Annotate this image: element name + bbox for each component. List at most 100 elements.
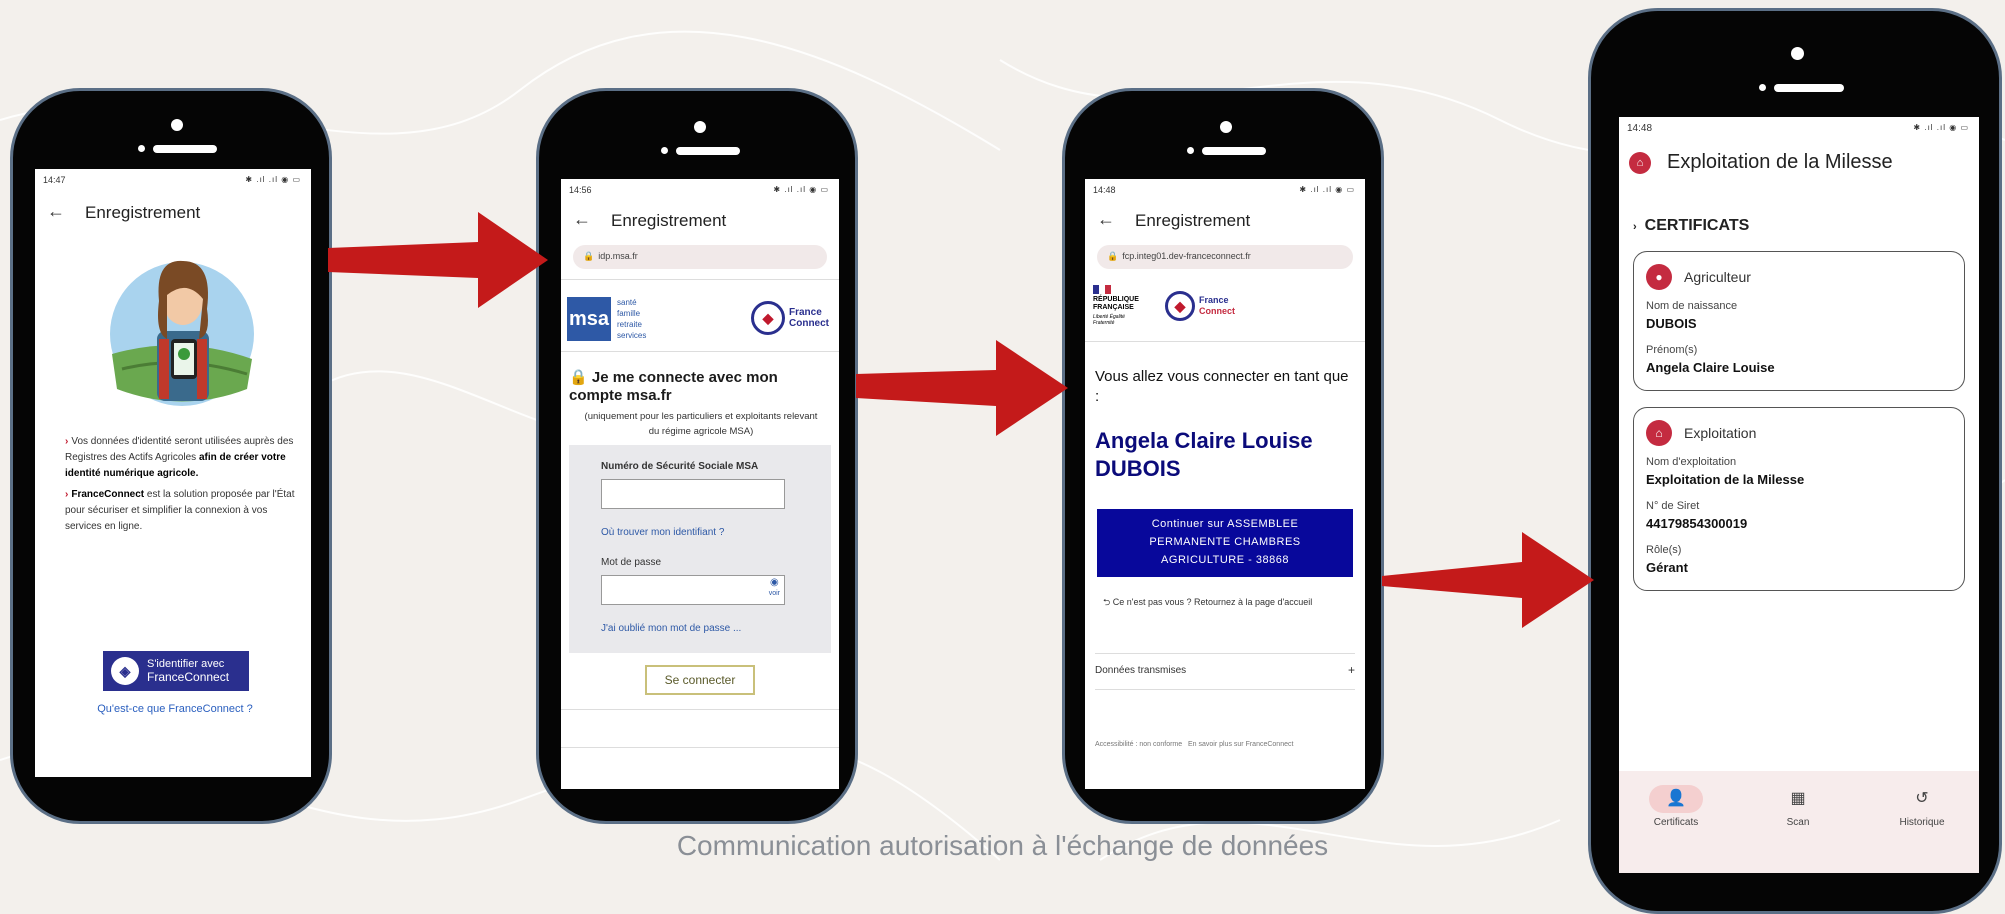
msa-word: retraite [617, 320, 642, 329]
header: ⌂ Exploitation de la Milesse [1629, 151, 1893, 174]
app-logo-icon: ⌂ [1629, 151, 1651, 174]
nav-history[interactable]: ↺ Historique [1877, 785, 1967, 828]
republique-logo: RÉPUBLIQUE FRANÇAISE Liberté Égalité Fra… [1093, 285, 1139, 326]
sensor [1759, 84, 1766, 91]
back-arrow-icon[interactable]: ← [1097, 209, 1115, 230]
sensor [661, 147, 668, 154]
url-bar[interactable]: 🔒 idp.msa.fr [573, 245, 827, 269]
msa-word: santé [617, 298, 637, 307]
screen-msa-login: 14:56 ✱ .ıl .ıl ◉ ▭ ← Enregistrement 🔒 id… [561, 179, 839, 789]
status-icons: ✱ .ıl .ıl ◉ ▭ [245, 175, 301, 184]
franceconnect-hex-icon: ◆ [1165, 291, 1195, 321]
screen-certificates: 14:48 ✱ .ıl .ıl ◉ ▭ ⌂ Exploitation de la… [1619, 117, 1979, 873]
page-title: Exploitation de la Milesse [1667, 151, 1893, 173]
status-icons: ✱ .ıl .ıl ◉ ▭ [1913, 123, 1969, 132]
what-is-franceconnect-link[interactable]: Qu'est-ce que FranceConnect ? [75, 703, 275, 715]
qr-code-icon: ▦ [1790, 790, 1806, 807]
app-bar: ← Enregistrement [35, 193, 311, 229]
nav-label: Scan [1786, 817, 1810, 828]
nav-certificates[interactable]: 👤 Certificats [1631, 785, 1721, 828]
app-bar: ← Enregistrement [1085, 201, 1365, 237]
field-label: N° de Siret [1646, 500, 1700, 512]
person-icon: ● [1646, 264, 1672, 290]
status-time: 14:48 [1093, 185, 1116, 195]
franceconnect-logo: ◆ France Connect [1165, 291, 1235, 321]
speaker [153, 145, 217, 153]
status-bar: 14:48 ✱ .ıl .ıl ◉ ▭ [1619, 117, 1979, 139]
msa-word: services [617, 331, 647, 340]
fc-button-line2: FranceConnect [147, 670, 230, 684]
ssn-input[interactable] [601, 479, 785, 509]
url-bar[interactable]: 🔒 fcp.integ01.dev-franceconnect.fr [1097, 245, 1353, 269]
user-name-line2: DUBOIS [1095, 456, 1181, 481]
status-bar: 14:56 ✱ .ıl .ıl ◉ ▭ [561, 179, 839, 201]
not-you-text: Ce n'est pas vous ? Retournez à la page … [1112, 597, 1313, 607]
forgot-password-link[interactable]: J'ai oublié mon mot de passe ... [601, 623, 741, 634]
phone-2: 14:56 ✱ .ıl .ıl ◉ ▭ ← Enregistrement 🔒 id… [536, 88, 858, 824]
field-value: Angela Claire Louise [1646, 360, 1775, 375]
find-identifier-link[interactable]: Où trouver mon identifiant ? [601, 527, 724, 538]
status-time: 14:48 [1627, 123, 1653, 134]
expand-plus-icon: + [1347, 663, 1355, 677]
nav-label: Historique [1899, 817, 1945, 828]
connect-as-intro: Vous allez vous connecter en tant que : [1095, 368, 1349, 405]
fc-word1: France [789, 307, 822, 318]
franceconnect-logo-icon: ◈ [111, 657, 139, 685]
divider [1085, 341, 1365, 342]
chevron-right-icon: › [1633, 221, 1637, 233]
franceconnect-hex-icon: ◆ [751, 301, 785, 335]
intro-paragraph-1: › Vos données d'identité seront utilisées… [65, 434, 297, 482]
divider [1095, 689, 1355, 690]
data-sent-row[interactable]: Données transmises + [1095, 663, 1355, 677]
page-title: Enregistrement [85, 203, 201, 222]
arrow-right-icon [328, 212, 548, 308]
data-sent-label: Données transmises [1095, 665, 1187, 676]
show-password-icon[interactable]: ◉ voir [769, 578, 780, 599]
continue-button[interactable]: Continuer sur ASSEMBLEE PERMANENTE CHAMB… [1097, 509, 1353, 577]
certificate-card-farm[interactable]: ⌂ Exploitation Nom d'exploitation Exploi… [1633, 407, 1965, 591]
arrow-right-icon [1382, 532, 1594, 628]
nav-label: Certificats [1653, 817, 1699, 828]
login-heading-text: Je me connecte avec mon compte msa.fr [569, 369, 778, 404]
login-heading: 🔒 Je me connecte avec mon compte msa.fr [569, 369, 829, 405]
back-arrow-icon[interactable]: ← [573, 209, 591, 230]
divider [561, 709, 839, 710]
camera [1220, 121, 1232, 133]
user-name: Angela Claire Louise DUBOIS [1095, 427, 1355, 483]
back-arrow-icon[interactable]: ← [47, 201, 65, 222]
status-bar: 14:47 ✱ .ıl .ıl ◉ ▭ [35, 169, 311, 191]
section-header[interactable]: › CERTIFICATS [1633, 217, 1749, 235]
password-input[interactable]: ◉ voir [601, 575, 785, 605]
footer-links[interactable]: Accessibilité : non conforme En savoir p… [1095, 741, 1293, 748]
not-you-link[interactable]: ⮌ Ce n'est pas vous ? Retournez à la pag… [1103, 595, 1312, 611]
status-bar: 14:48 ✱ .ıl .ıl ◉ ▭ [1085, 179, 1365, 201]
sensor [1187, 147, 1194, 154]
status-icons: ✱ .ıl .ıl ◉ ▭ [773, 185, 829, 194]
nav-scan[interactable]: ▦ Scan [1753, 785, 1843, 828]
screen-franceconnect-confirm: 14:48 ✱ .ıl .ıl ◉ ▭ ← Enregistrement 🔒 fc… [1085, 179, 1365, 789]
status-icons: ✱ .ıl .ıl ◉ ▭ [1299, 185, 1355, 194]
person-icon: 👤 [1649, 785, 1703, 813]
sensor [138, 145, 145, 152]
farmer-illustration [110, 260, 254, 406]
page-title: Enregistrement [611, 211, 727, 230]
msa-logo: msa santé famille retraite services [567, 297, 646, 341]
fc-word2: Connect [1199, 306, 1235, 316]
phone-1: 14:47 ✱ .ıl .ıl ◉ ▭ ← Enregistrement › Vo… [10, 88, 332, 824]
section-title: CERTIFICATS [1644, 217, 1750, 234]
intro-bold-2: FranceConnect [71, 489, 145, 500]
password-label: Mot de passe [601, 557, 662, 568]
url-text: idp.msa.fr [598, 251, 638, 261]
field-label: Rôle(s) [1646, 544, 1682, 556]
msa-letters: msa [567, 297, 611, 341]
flag-icon [1093, 285, 1111, 294]
divider [561, 351, 839, 352]
field-label: Nom d'exploitation [1646, 456, 1737, 468]
republique-line: FRANÇAISE [1093, 304, 1134, 311]
franceconnect-button[interactable]: ◈ S'identifier avec FranceConnect [103, 651, 249, 691]
login-button[interactable]: Se connecter [645, 665, 755, 695]
login-subheading: (uniquement pour les particuliers et exp… [584, 411, 818, 437]
speaker [1774, 84, 1844, 92]
caption: Communication autorisation à l'échange d… [676, 830, 1329, 861]
certificate-card-farmer[interactable]: ● Agriculteur Nom de naissance DUBOIS Pr… [1633, 251, 1965, 391]
